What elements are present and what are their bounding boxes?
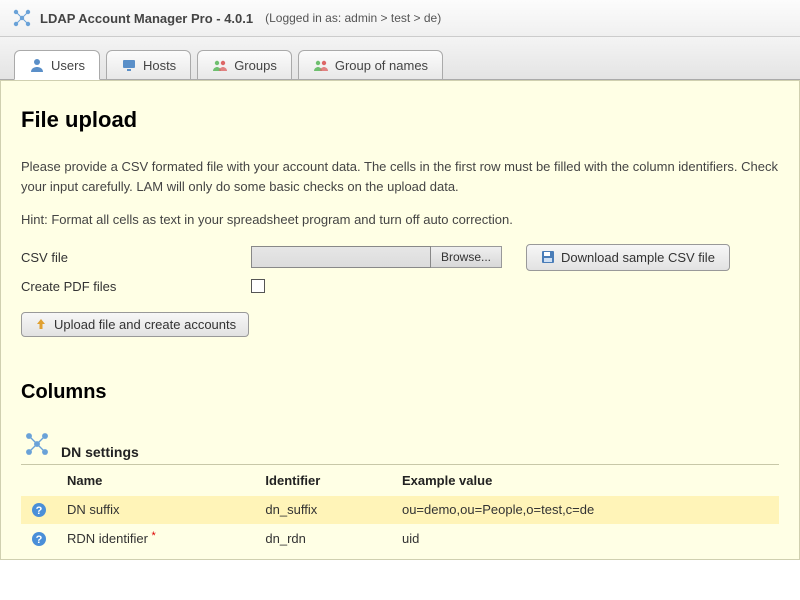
svg-text:?: ?	[36, 534, 43, 546]
svg-text:?: ?	[36, 505, 43, 517]
upload-button[interactable]: Upload file and create accounts	[21, 312, 249, 337]
groups-icon	[212, 57, 228, 73]
row-example: uid	[392, 524, 779, 553]
create-pdf-label: Create PDF files	[21, 279, 251, 294]
upload-label: Upload file and create accounts	[54, 317, 236, 332]
tree-icon	[21, 428, 53, 460]
tab-hosts[interactable]: Hosts	[106, 50, 191, 80]
row-name: DN suffix	[67, 502, 120, 517]
tab-groups[interactable]: Groups	[197, 50, 292, 80]
app-logo-icon	[10, 6, 34, 30]
tab-users[interactable]: Users	[14, 50, 100, 80]
row-example: ou=demo,ou=People,o=test,c=de	[392, 496, 779, 525]
csv-file-label: CSV file	[21, 250, 251, 265]
upload-arrow-icon	[34, 317, 48, 331]
browse-button[interactable]: Browse...	[431, 246, 502, 268]
csv-file-input[interactable]	[251, 246, 431, 268]
page-content: File upload Please provide a CSV formate…	[0, 80, 800, 560]
host-icon	[121, 57, 137, 73]
columns-heading: Columns	[21, 381, 779, 404]
required-marker: *	[152, 530, 156, 542]
help-icon[interactable]: ?	[31, 502, 47, 518]
row-identifier: dn_suffix	[255, 496, 392, 525]
group-of-names-icon	[313, 57, 329, 73]
tab-label: Groups	[234, 58, 277, 73]
create-pdf-checkbox[interactable]	[251, 279, 265, 293]
intro-text-2: Hint: Format all cells as text in your s…	[21, 210, 779, 230]
page-title: File upload	[21, 107, 779, 133]
logged-in-text: (Logged in as: admin > test > de)	[265, 11, 441, 25]
user-icon	[29, 57, 45, 73]
intro-text-1: Please provide a CSV formated file with …	[21, 157, 779, 196]
header-bar: LDAP Account Manager Pro - 4.0.1 (Logged…	[0, 0, 800, 37]
download-label: Download sample CSV file	[561, 250, 715, 265]
table-header-row: Name Identifier Example value	[21, 465, 779, 496]
table-row: ? DN suffix dn_suffix ou=demo,ou=People,…	[21, 496, 779, 525]
tab-label: Users	[51, 58, 85, 73]
dn-settings-header: DN settings	[21, 428, 779, 465]
help-icon[interactable]: ?	[31, 531, 47, 547]
dn-settings-title: DN settings	[61, 444, 139, 460]
tab-group-of-names[interactable]: Group of names	[298, 50, 443, 80]
tab-bar: Users Hosts Groups Group of names	[0, 37, 800, 80]
tab-label: Group of names	[335, 58, 428, 73]
table-row: ? RDN identifier * dn_rdn uid	[21, 524, 779, 553]
row-name: RDN identifier	[67, 531, 148, 546]
col-example-header: Example value	[392, 465, 779, 496]
columns-table: Name Identifier Example value ? DN suffi…	[21, 465, 779, 553]
col-identifier-header: Identifier	[255, 465, 392, 496]
row-identifier: dn_rdn	[255, 524, 392, 553]
save-icon	[541, 250, 555, 264]
tab-label: Hosts	[143, 58, 176, 73]
app-title: LDAP Account Manager Pro - 4.0.1	[40, 11, 253, 26]
col-name-header: Name	[57, 465, 255, 496]
download-sample-button[interactable]: Download sample CSV file	[526, 244, 730, 271]
